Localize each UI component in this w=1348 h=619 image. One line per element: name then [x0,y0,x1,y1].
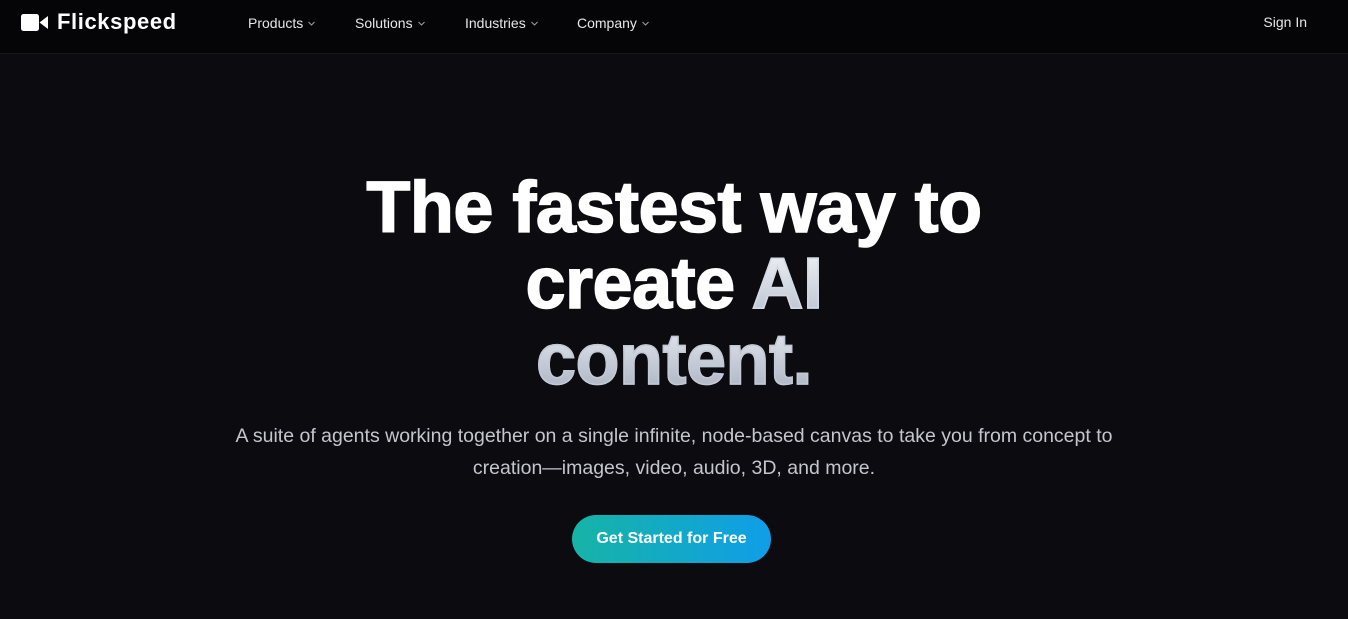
hero-title-line-1: The fastest way to [366,168,983,248]
nav-item-label: Products [248,15,304,31]
nav-item-label: Solutions [355,15,413,31]
chevron-down-icon [308,21,316,26]
nav-item-company[interactable]: Company [577,14,650,32]
chevron-down-icon [530,21,538,26]
top-navbar: Flickspeed Products Solutions Industries… [0,0,1348,54]
hero-title-line-2: create AI [0,244,1348,324]
brand-name: Flickspeed [57,9,177,34]
get-started-button[interactable]: Get Started for Free [572,515,771,563]
hero-title: The fastest way to create AI content. [0,168,1348,399]
nav-item-label: Company [577,15,637,31]
sign-in-link[interactable]: Sign In [1263,14,1307,32]
hero-title-plain-word: create [525,244,736,324]
chevron-down-icon [417,21,425,26]
nav-item-label: Industries [465,15,526,31]
hero-title-line-3: content. [0,321,1348,399]
nav-item-products[interactable]: Products [248,14,316,32]
nav-item-solutions[interactable]: Solutions [355,14,426,32]
page: Flickspeed Products Solutions Industries… [0,0,1348,619]
video-camera-icon [21,13,48,31]
nav-item-industries[interactable]: Industries [465,14,539,32]
hero-subtitle: A suite of agents working together on a … [235,425,1113,479]
brand-logo[interactable]: Flickspeed [21,8,177,36]
hero-title-accent-word: AI [751,244,824,324]
chevron-down-icon [642,21,649,26]
